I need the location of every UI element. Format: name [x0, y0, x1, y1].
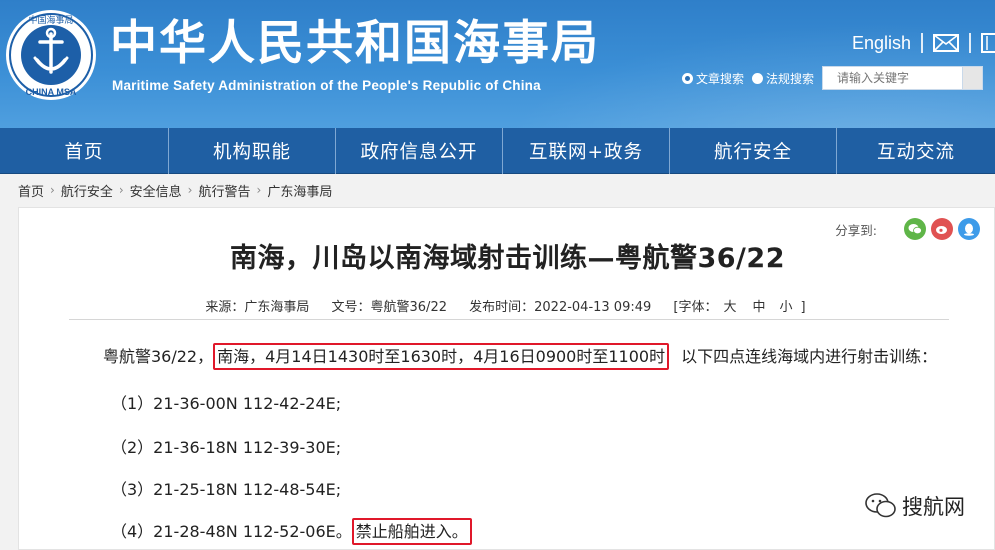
article-title: 南海，川岛以南海域射击训练—粤航警36/22	[229, 243, 785, 274]
meta-doc-number: 文号：粤航警36/22	[331, 300, 447, 315]
breadcrumb-item[interactable]: 航行安全	[61, 181, 113, 200]
coordinate-point: （2）21-36-18N 112-39-30E;	[111, 438, 342, 457]
radio-dot[interactable]	[752, 72, 764, 84]
font-size-switch: [字体： 大中小]	[673, 300, 809, 315]
paragraph-intro: 粤航警36/22， 南海，4月14日1430时至1630时，4月16日0900时至…	[103, 343, 938, 370]
font-large-button[interactable]: 大	[724, 300, 741, 315]
font-size-close: ]	[800, 300, 810, 315]
coordinate-point: （3）21-25-18N 112-48-54E;	[111, 480, 342, 499]
chevron-right-icon: ›	[187, 183, 193, 197]
separator	[969, 33, 971, 53]
top-links: English	[852, 30, 995, 56]
wechat-watermark-icon	[865, 493, 896, 518]
radio-article-search[interactable]: 文章搜索	[682, 70, 744, 87]
article-container: 分享到: 南海，川岛以南海域射击训练—粤航警36/22 来源：广东海事局 文号：…	[18, 207, 995, 550]
logo-top-text: 中国海事局	[28, 14, 73, 26]
search-button[interactable]	[963, 66, 984, 90]
paragraph-suffix: 以下四点连线海域内进行射击训练：	[681, 347, 938, 366]
breadcrumb-item[interactable]: 航行警告	[198, 181, 250, 200]
radio-dot-selected[interactable]	[682, 72, 693, 84]
nav-item-home[interactable]: 首页	[0, 128, 169, 174]
nav-item-gov-info[interactable]: 政府信息公开	[336, 128, 503, 174]
font-size-label: [字体：	[673, 300, 718, 315]
breadcrumb-item[interactable]: 安全信息	[130, 181, 182, 200]
divider	[69, 319, 949, 320]
main-nav: 首页 机构职能 政府信息公开 互联网+政务 航行安全 互动交流	[0, 128, 995, 174]
breadcrumb: 首页 › 航行安全 › 安全信息 › 航行警告 › 广东海事局	[18, 181, 332, 200]
watermark-text: 搜航网	[902, 495, 965, 519]
font-small-button[interactable]: 小	[780, 300, 797, 315]
site-title-en: Maritime Safety Administration of the Pe…	[112, 78, 541, 93]
highlight-time-window: 南海，4月14日1430时至1630时，4月16日0900时至1100时	[213, 343, 670, 370]
highlight-no-entry: 禁止船舶进入。	[351, 518, 472, 545]
nav-item-functions[interactable]: 机构职能	[169, 128, 336, 174]
coordinate-point-last: （4）21-28-48N 112-52-06E。 禁止船舶进入。	[111, 518, 472, 545]
font-medium-button[interactable]: 中	[753, 300, 770, 315]
search-row: 文章搜索 法规搜索	[682, 66, 984, 90]
breadcrumb-item[interactable]: 首页	[18, 181, 44, 200]
radio-law-search[interactable]: 法规搜索	[752, 70, 814, 87]
search-input[interactable]	[822, 66, 964, 90]
mail-icon[interactable]	[933, 34, 959, 52]
nav-item-internet-gov[interactable]: 互联网+政务	[503, 128, 670, 174]
book-icon[interactable]	[981, 33, 995, 53]
nav-item-navigation-safety[interactable]: 航行安全	[670, 128, 837, 174]
chevron-right-icon: ›	[50, 183, 55, 197]
meta-publish-time: 发布时间：2022-04-13 09:49	[469, 300, 652, 315]
coordinate-point: （4）21-28-48N 112-52-06E。	[111, 522, 352, 541]
logo-bottom-text: CHINA MSA	[26, 87, 77, 97]
nav-item-interaction[interactable]: 互动交流	[837, 128, 995, 174]
coordinate-point: （1）21-36-00N 112-42-24E;	[111, 394, 342, 413]
separator	[921, 33, 923, 53]
chevron-right-icon: ›	[256, 183, 262, 197]
article-meta: 来源：广东海事局 文号：粤航警36/22 发布时间：2022-04-13 09:…	[19, 296, 995, 315]
site-title-cn: 中华人民共和国海事局	[110, 16, 600, 71]
meta-source: 来源：广东海事局	[205, 300, 310, 315]
breadcrumb-item[interactable]: 广东海事局	[267, 181, 332, 200]
warning-number: 粤航警36/22，	[103, 347, 214, 366]
radio-label: 法规搜索	[766, 71, 815, 86]
china-msa-logo[interactable]: 中国海事局 CHINA MSA	[4, 8, 98, 102]
site-header: 中国海事局 CHINA MSA 中华人民共和国海事局 Maritime Safe…	[0, 0, 995, 128]
chevron-right-icon: ›	[118, 183, 124, 197]
watermark: 搜航网	[864, 491, 965, 521]
english-link[interactable]: English	[852, 33, 911, 54]
radio-label: 文章搜索	[696, 71, 745, 86]
